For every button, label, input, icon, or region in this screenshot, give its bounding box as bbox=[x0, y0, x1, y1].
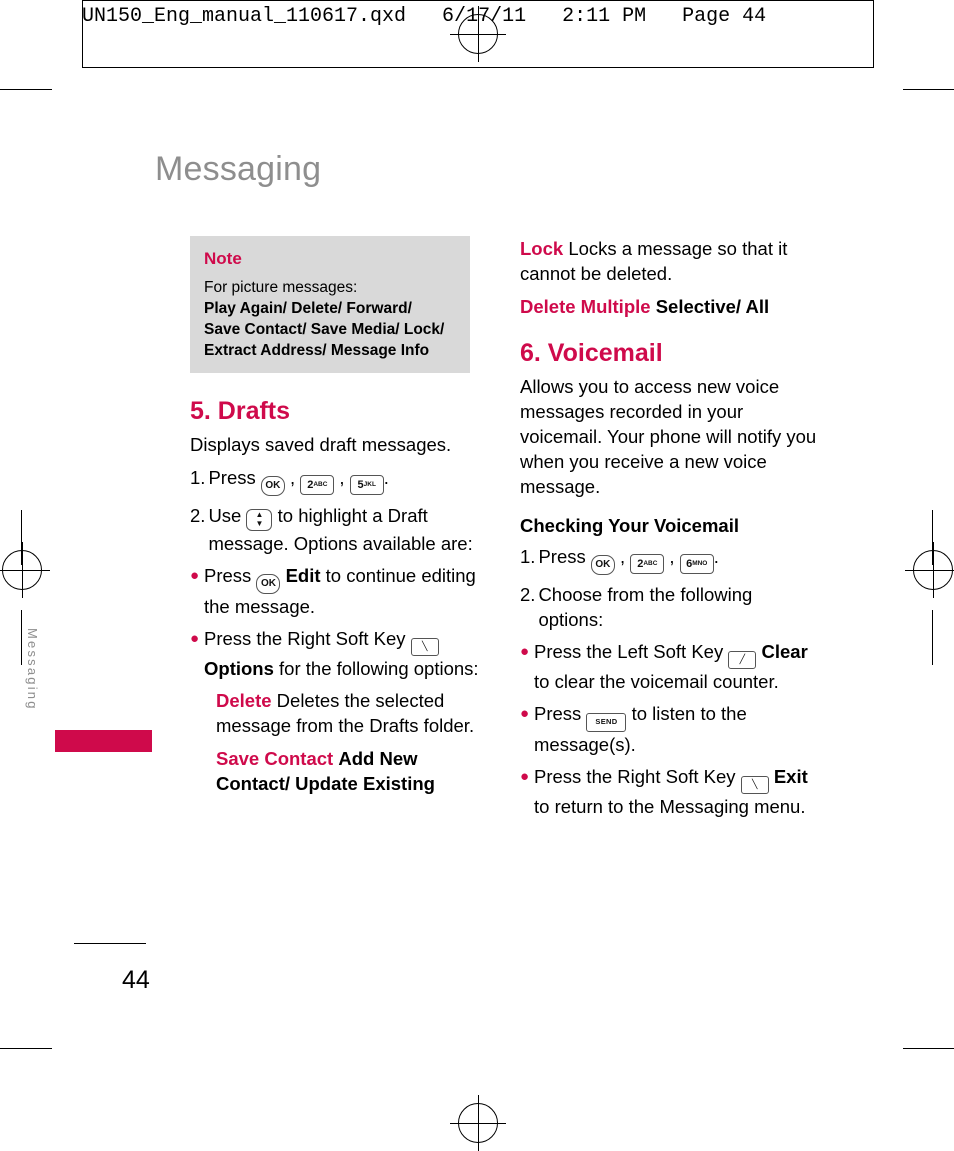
voicemail-bullet-2: ● Press SEND to listen to the message(s)… bbox=[520, 701, 820, 757]
note-title: Note bbox=[204, 249, 242, 268]
drafts-step-1-post: . bbox=[383, 467, 389, 488]
registration-mark-right bbox=[905, 542, 954, 598]
file-header-text: UN150_Eng_manual_110617.qxd 6/17/11 2:11… bbox=[82, 5, 767, 28]
drafts-option-delete-multiple: Delete Multiple Selective/ All bbox=[520, 294, 820, 319]
crop-mark-left-bottom bbox=[21, 610, 22, 665]
crop-mark-bottom-left bbox=[0, 1048, 52, 1049]
side-tab-marker bbox=[55, 730, 152, 752]
drafts-step-1-pre: Press bbox=[208, 467, 256, 488]
voicemail-bullet-1: ● Press the Left Soft Key ╱ Clear to cle… bbox=[520, 639, 820, 694]
section-heading-drafts: 5. Drafts bbox=[190, 397, 291, 425]
drafts-step-1: 1. Press OK , 2ABC , 5JKL. bbox=[190, 465, 480, 496]
crop-mark-top-left bbox=[0, 89, 52, 90]
document-page: UN150_Eng_manual_110617.qxd 6/17/11 2:11… bbox=[0, 0, 954, 1151]
drafts-option-save-contact: Save Contact Add New Contact/ Update Exi… bbox=[216, 746, 480, 796]
drafts-option-delete-keyword: Delete bbox=[216, 690, 272, 711]
crop-mark-bottom-right bbox=[903, 1048, 954, 1049]
note-line-1: Play Again/ Delete/ Forward/ bbox=[204, 300, 412, 317]
voicemail-step-2-number: 2. bbox=[520, 584, 536, 605]
crop-mark-right-bottom bbox=[932, 610, 933, 665]
drafts-bullet-2-pre: Press the Right Soft Key bbox=[204, 628, 406, 649]
voicemail-step-2: 2. Choose from the following options: bbox=[520, 582, 820, 632]
note-intro: For picture messages: bbox=[204, 279, 358, 296]
note-line-2: Save Contact/ Save Media/ Lock/ bbox=[204, 321, 445, 338]
bullet-dot-icon: ● bbox=[190, 630, 200, 647]
voicemail-step-1-number: 1. bbox=[520, 546, 536, 567]
voicemail-step-1: 1. Press OK , 2ABC , 6MNO. bbox=[520, 544, 820, 575]
voicemail-bullet-1-text: Press the Left Soft Key ╱ Clear to clear… bbox=[534, 639, 820, 694]
drafts-option-delete-multiple-keyword: Delete Multiple bbox=[520, 296, 651, 317]
key-2-abc-icon: 2ABC bbox=[300, 475, 335, 495]
drafts-step-1-number: 1. bbox=[190, 467, 206, 488]
send-key-icon: SEND bbox=[586, 713, 627, 732]
drafts-option-lock-keyword: Lock bbox=[520, 238, 564, 259]
right-column: Lock Locks a message so that it cannot b… bbox=[520, 236, 820, 826]
drafts-option-delete: Delete Deletes the selected message from… bbox=[216, 688, 480, 738]
drafts-step-2-pre: Use bbox=[208, 505, 242, 526]
key-2-abc-icon: 2ABC bbox=[630, 554, 665, 574]
crop-mark-top-right bbox=[903, 89, 954, 90]
right-soft-key-icon: ╲ bbox=[740, 776, 769, 794]
voicemail-bullet-3-text: Press the Right Soft Key ╲ Exit to retur… bbox=[534, 764, 820, 819]
header-rule-bottom bbox=[82, 67, 874, 68]
drafts-step-2-number: 2. bbox=[190, 505, 206, 526]
right-soft-key-icon: ╲ bbox=[410, 638, 439, 656]
note-line-3: Extract Address/ Message Info bbox=[204, 342, 430, 359]
drafts-intro: Displays saved draft messages. bbox=[190, 434, 452, 455]
ok-key-icon: OK bbox=[590, 555, 615, 575]
voicemail-step-1-pre: Press bbox=[538, 546, 586, 567]
key-5-jkl-icon: 5JKL bbox=[349, 475, 384, 495]
left-soft-key-icon: ╱ bbox=[728, 651, 757, 669]
voicemail-bullet-1-bold: Clear bbox=[761, 641, 808, 662]
drafts-step-2: 2. Use ▲ ▼ to highlight a Draft message. … bbox=[190, 503, 480, 556]
bullet-dot-icon: ● bbox=[190, 567, 200, 584]
left-column: Note For picture messages: Play Again/ D… bbox=[190, 236, 480, 804]
drafts-bullet-1-bold: Edit bbox=[285, 565, 321, 586]
page-title: Messaging bbox=[155, 150, 322, 188]
drafts-bullet-1-pre: Press bbox=[204, 565, 252, 586]
drafts-bullet-1: ● Press OK Edit to continue editing the … bbox=[190, 563, 480, 619]
side-tab-label: Messaging bbox=[25, 628, 40, 711]
bullet-dot-icon: ● bbox=[520, 768, 530, 785]
ok-key-icon: OK bbox=[256, 574, 281, 594]
voicemail-bullet-2-pre: Press bbox=[534, 703, 582, 724]
voicemail-bullet-3-bold: Exit bbox=[773, 766, 808, 787]
drafts-bullet-2-post: for the following options: bbox=[279, 658, 479, 679]
drafts-step-2-text: Use ▲ ▼ to highlight a Draft message. Opt… bbox=[208, 503, 480, 556]
bullet-dot-icon: ● bbox=[520, 643, 530, 660]
header-bar-right bbox=[873, 0, 874, 68]
drafts-bullet-2-text: Press the Right Soft Key ╲ Options for t… bbox=[204, 626, 480, 681]
drafts-bullet-2: ● Press the Right Soft Key ╲ Options for… bbox=[190, 626, 480, 681]
voicemail-step-2-text: Choose from the following options: bbox=[538, 584, 753, 630]
drafts-option-lock: Lock Locks a message so that it cannot b… bbox=[520, 236, 820, 286]
registration-mark-left bbox=[0, 542, 50, 598]
drafts-bullet-1-text: Press OK Edit to continue editing the me… bbox=[204, 563, 480, 619]
voicemail-bullet-2-text: Press SEND to listen to the message(s). bbox=[534, 701, 820, 757]
bullet-dot-icon: ● bbox=[520, 705, 530, 722]
voicemail-subheading: Checking Your Voicemail bbox=[520, 515, 739, 536]
note-box: Note For picture messages: Play Again/ D… bbox=[190, 236, 470, 373]
header-rule-top bbox=[82, 0, 874, 1]
page-number: 44 bbox=[122, 966, 150, 994]
key-6-mno-icon: 6MNO bbox=[679, 554, 714, 574]
drafts-bullet-2-bold: Options bbox=[204, 658, 274, 679]
voicemail-step-1-text: Press OK , 2ABC , 6MNO. bbox=[538, 544, 820, 575]
voicemail-bullet-1-post: to clear the voicemail counter. bbox=[534, 671, 779, 692]
navigation-key-icon: ▲ ▼ bbox=[246, 509, 273, 531]
drafts-option-delete-multiple-text: Selective/ All bbox=[655, 296, 770, 317]
drafts-option-save-contact-keyword: Save Contact bbox=[216, 748, 334, 769]
page-number-rule bbox=[74, 943, 146, 944]
voicemail-bullet-3: ● Press the Right Soft Key ╲ Exit to ret… bbox=[520, 764, 820, 819]
voicemail-bullet-3-pre: Press the Right Soft Key bbox=[534, 766, 736, 787]
voicemail-bullet-1-pre: Press the Left Soft Key bbox=[534, 641, 724, 662]
voicemail-bullet-3-post: to return to the Messaging menu. bbox=[534, 796, 806, 817]
voicemail-intro: Allows you to access new voice messages … bbox=[520, 376, 817, 497]
registration-mark-bottom bbox=[450, 1095, 506, 1151]
ok-key-icon: OK bbox=[260, 476, 285, 496]
drafts-step-1-text: Press OK , 2ABC , 5JKL. bbox=[208, 465, 480, 496]
voicemail-step-1-post: . bbox=[713, 546, 719, 567]
section-heading-voicemail: 6. Voicemail bbox=[520, 339, 663, 367]
